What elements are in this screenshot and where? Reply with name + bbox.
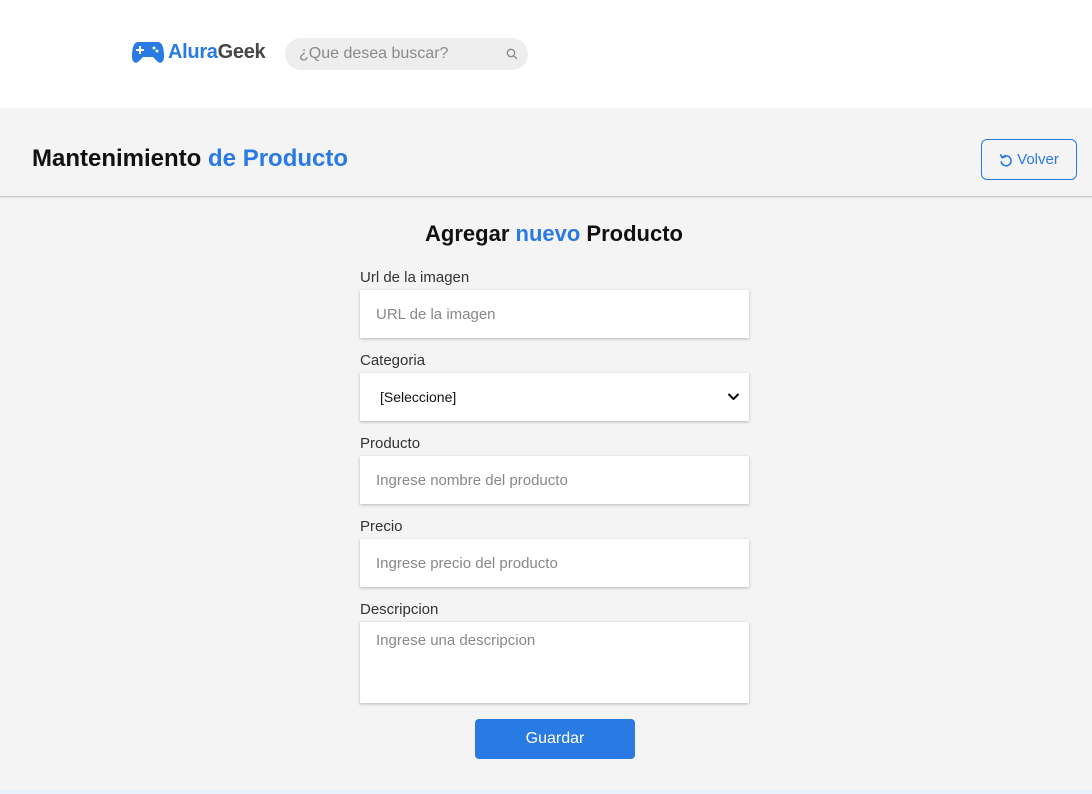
chevron-down-icon: [728, 393, 739, 400]
form-title-part1: Agregar: [425, 221, 510, 246]
back-button-label: Volver: [1017, 151, 1059, 168]
undo-icon: [999, 153, 1012, 167]
description-label: Descripcion: [360, 601, 439, 618]
footer-divider: [0, 790, 1092, 794]
logo-text: AluraGeek: [168, 40, 266, 64]
page-title-accent: de Producto: [208, 145, 349, 172]
category-label: Categoria: [360, 352, 426, 369]
product-name-input[interactable]: [360, 456, 749, 504]
price-label: Precio: [360, 518, 403, 535]
logo-text-geek: Geek: [217, 40, 266, 63]
back-button[interactable]: Volver: [981, 139, 1077, 180]
form-title-part3: Producto: [586, 221, 683, 246]
product-label: Producto: [360, 435, 421, 452]
form-title: Agregar nuevo Producto: [0, 221, 1092, 247]
category-select[interactable]: [Seleccione]: [360, 373, 749, 421]
search-bar: [285, 38, 528, 70]
save-button[interactable]: Guardar: [475, 719, 635, 759]
category-selected-value: [Seleccione]: [380, 389, 457, 405]
price-input[interactable]: [360, 539, 749, 587]
top-navbar: AluraGeek: [0, 0, 1092, 108]
description-textarea[interactable]: [360, 622, 749, 703]
page-title-main: Mantenimiento: [32, 145, 202, 172]
logo-text-alura: Alura: [168, 40, 218, 63]
form-title-accent: nuevo: [515, 221, 581, 246]
image-url-label: Url de la imagen: [360, 269, 470, 286]
page-header: Mantenimiento de Producto Volver: [0, 108, 1092, 197]
search-input[interactable]: [285, 38, 506, 70]
page-title: Mantenimiento de Producto: [32, 145, 348, 173]
search-icon[interactable]: [506, 45, 518, 63]
gamepad-icon: [132, 42, 164, 63]
image-url-input[interactable]: [360, 290, 749, 338]
logo[interactable]: AluraGeek: [132, 40, 266, 64]
